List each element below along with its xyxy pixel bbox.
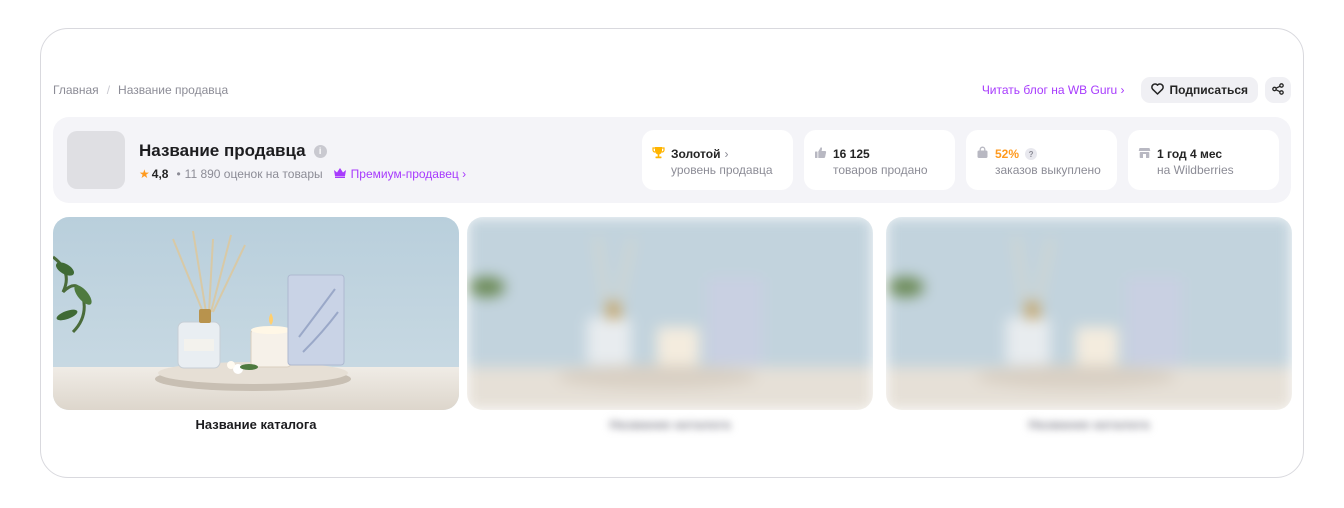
share-icon [1272,82,1284,98]
heart-icon [1150,82,1164,98]
seller-meta: ★ 4,8 • 11 890 оценок на товары Премиум-… [139,167,466,181]
store-icon [1138,146,1151,162]
stat-sold-value-row: 16 125 [814,146,870,162]
stat-card-tenure: 1 год 4 мес на Wildberries [1128,130,1279,190]
premium-seller-link[interactable]: Премиум-продавец › [333,167,466,181]
seller-info-panel: Название продавца i ★ 4,8 • 11 890 оцено… [53,117,1291,203]
breadcrumb: Главная / Название продавца [53,83,228,97]
stat-card-level[interactable]: Золотой › уровень продавца [642,130,793,190]
seller-stats: Золотой › уровень продавца 16 125 товаро… [642,130,1279,190]
bag-icon [976,146,989,162]
premium-seller-label: Премиум-продавец › [350,167,467,181]
catalog-card[interactable]: Название каталога [467,217,873,447]
seller-page-frame: Главная / Название продавца Читать блог … [40,28,1304,478]
stat-tenure-value: 1 год 4 мес [1157,147,1223,161]
stat-card-buyout: 52% ? заказов выкуплено [966,130,1117,190]
catalog-card[interactable]: Название каталога [886,217,1292,447]
stat-buyout-value: 52% [995,147,1020,161]
info-icon[interactable]: i [313,144,327,158]
help-icon[interactable]: ? [1025,148,1038,160]
seller-reviews[interactable]: 11 890 оценок на товары [185,167,323,181]
stat-buyout-label: заказов выкуплено [995,163,1101,177]
top-bar: Главная / Название продавца Читать блог … [53,75,1291,105]
catalog-title[interactable]: Название каталога [886,417,1292,432]
stat-card-sold: 16 125 товаров продано [804,130,955,190]
catalog-image[interactable] [467,217,873,410]
stat-level-value: Золотой [671,147,721,161]
breadcrumb-current: Название продавца [118,83,229,97]
stat-buyout-value-row: 52% ? [976,146,1038,162]
subscribe-button[interactable]: Подписаться [1140,77,1258,103]
breadcrumb-home[interactable]: Главная [53,83,99,97]
stat-level-chevron: › [724,147,729,161]
breadcrumb-separator: / [106,83,111,97]
stat-sold-label: товаров продано [833,163,928,177]
catalog-title[interactable]: Название каталога [53,417,459,432]
meta-separator: • [176,167,181,181]
share-button[interactable] [1265,77,1291,103]
catalog-image[interactable] [886,217,1292,410]
trophy-icon [652,146,665,162]
stat-level-value-row: Золотой › [652,146,728,162]
catalog-card[interactable]: Название каталога [53,217,459,447]
stat-tenure-label: на Wildberries [1157,163,1234,177]
crown-icon [333,167,347,181]
subscribe-label: Подписаться [1169,83,1248,97]
stat-tenure-value-row: 1 год 4 мес [1138,146,1222,162]
catalog-image[interactable] [53,217,459,410]
seller-avatar [67,131,125,189]
seller-name-row: Название продавца i [139,141,327,161]
stat-sold-value: 16 125 [833,147,870,161]
seller-rating: 4,8 [151,167,169,181]
blog-link[interactable]: Читать блог на WB Guru › [982,83,1125,97]
star-icon: ★ [139,167,150,181]
seller-name: Название продавца [139,141,306,160]
top-actions: Читать блог на WB Guru › Подписаться [982,77,1291,103]
catalog-title[interactable]: Название каталога [467,417,873,432]
thumb-up-icon [814,146,827,162]
stat-level-label: уровень продавца [671,163,773,177]
